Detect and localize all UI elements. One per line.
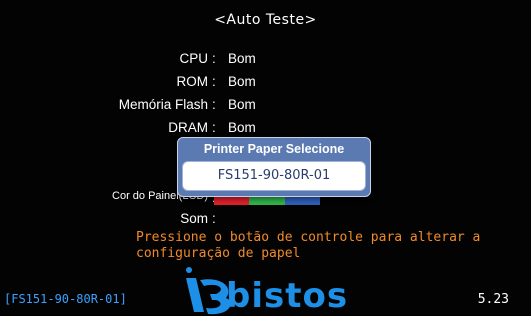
test-label: CPU	[179, 51, 208, 66]
test-label: Som	[180, 211, 208, 226]
footer-model: [FS151-90-80R-01]	[4, 292, 127, 306]
paper-select-dialog: Printer Paper Selecione FS151-90-80R-01	[177, 137, 371, 197]
test-label: Memória Flash	[118, 97, 208, 112]
firmware-version: 5.23	[477, 292, 509, 307]
test-label: DRAM	[168, 120, 208, 135]
instruction-text: Pressione o botão de controle para alter…	[136, 230, 480, 262]
instruction-line-2: configuração de papel	[136, 246, 301, 261]
test-row-cpu: CPU : Bom	[0, 51, 531, 73]
separator: :	[212, 97, 216, 112]
separator: :	[212, 74, 216, 89]
test-value: Bom	[228, 120, 256, 135]
paper-select-option[interactable]: FS151-90-80R-01	[182, 161, 366, 191]
test-value: Bom	[228, 97, 256, 112]
instruction-line-1: Pressione o botão de controle para alter…	[136, 230, 481, 245]
separator: :	[212, 51, 216, 66]
test-value: Bom	[228, 51, 256, 66]
test-row-flash: Memória Flash : Bom	[0, 97, 531, 119]
test-value: Bom	[228, 74, 256, 89]
self-test-screen: <Auto Teste> CPU : Bom ROM : Bom Memória…	[0, 0, 531, 316]
bistos-logo: bistos	[182, 266, 402, 316]
test-label: ROM	[176, 74, 209, 89]
brand-name: bistos	[226, 276, 349, 316]
test-row-rom: ROM : Bom	[0, 74, 531, 96]
separator: :	[212, 211, 216, 226]
dialog-title: Printer Paper Selecione	[203, 142, 345, 156]
separator: :	[212, 120, 216, 135]
screen-title: <Auto Teste>	[214, 12, 317, 28]
